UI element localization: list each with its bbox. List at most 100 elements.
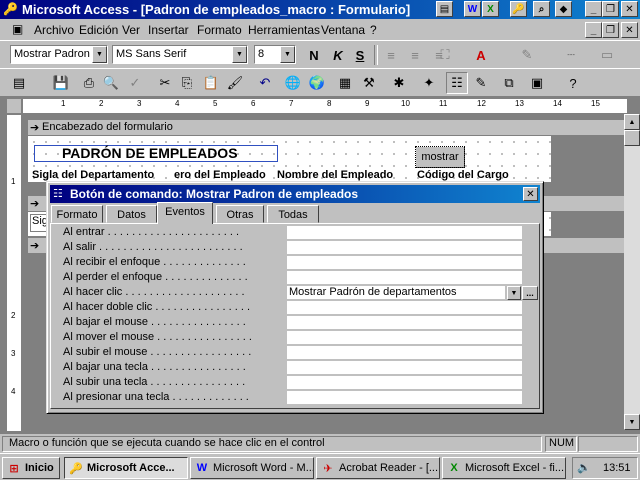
office-shortcut-icon[interactable]: ▤ [436, 1, 453, 17]
close-doc-button[interactable]: ✕ [621, 22, 638, 38]
save-icon[interactable]: 💾 [50, 72, 72, 94]
prop-value-al-subir-tecla[interactable] [287, 376, 522, 390]
restore-app-button[interactable]: ❐ [602, 1, 619, 17]
prop-value-al-hacer-doble-clic[interactable] [287, 301, 522, 315]
find-icon[interactable]: ⌕ [533, 1, 550, 17]
format-painter-icon[interactable]: 🖌 [224, 72, 246, 94]
speaker-icon[interactable]: 🔈 [577, 461, 591, 474]
prop-value-al-recibir-enfoque[interactable] [287, 256, 522, 270]
cut-icon[interactable]: ✂ [154, 72, 176, 94]
form-selector[interactable] [6, 98, 22, 114]
column-header-sigla[interactable]: Sigla del Departamento [32, 169, 154, 181]
prop-value-al-subir-mouse[interactable] [287, 346, 522, 360]
form-title-label[interactable]: PADRÓN DE EMPLEADOS [62, 145, 238, 161]
special-effect-icon[interactable]: ▭ [596, 44, 618, 66]
minimize-app-button[interactable]: _ [585, 1, 602, 17]
menu-archivo[interactable]: Archivo [34, 23, 74, 37]
web-icon[interactable]: 🌐 [282, 72, 304, 94]
fill-color-icon[interactable]: ⛶ [434, 44, 456, 66]
view-icon[interactable]: ▤ [8, 72, 30, 94]
chevron-down-icon[interactable]: ▼ [92, 46, 107, 63]
scroll-up-button[interactable]: ▲ [624, 114, 640, 130]
chevron-down-icon[interactable]: ▼ [232, 46, 247, 63]
help-icon[interactable]: ? [562, 72, 584, 94]
italic-button[interactable]: K [327, 44, 349, 66]
scroll-thumb[interactable] [624, 130, 640, 146]
menu-edicion[interactable]: Edición [79, 23, 118, 37]
undo-icon[interactable]: ↶ [254, 72, 276, 94]
task-acrobat[interactable]: ✈ Acrobat Reader - [... [316, 457, 440, 479]
align-center-icon[interactable]: ≡ [404, 44, 426, 66]
prop-value-al-perder-enfoque[interactable] [287, 271, 522, 285]
restore-doc-button[interactable]: ❐ [602, 22, 619, 38]
header-section-bar[interactable]: ➔ Encabezado del formulario [28, 120, 626, 136]
menu-ver[interactable]: Ver [122, 23, 140, 37]
new-object-icon[interactable]: ▣ [526, 72, 548, 94]
build-icon[interactable]: ✎ [470, 72, 492, 94]
menu-insertar[interactable]: Insertar [148, 23, 189, 37]
dialog-close-button[interactable]: ✕ [523, 187, 538, 201]
close-app-button[interactable]: ✕ [621, 1, 638, 17]
tab-datos[interactable]: Datos [106, 205, 157, 223]
font-size-select[interactable]: 8 ▼ [254, 45, 296, 64]
print-preview-icon[interactable]: 🔍 [100, 72, 122, 94]
task-excel[interactable]: X Microsoft Excel - fi... [442, 457, 566, 479]
object-select[interactable]: Mostrar Padron ▼ [10, 45, 108, 64]
underline-button[interactable]: S [349, 44, 371, 66]
font-select[interactable]: MS Sans Serif ▼ [112, 45, 248, 64]
prop-value-al-bajar-tecla[interactable] [287, 361, 522, 375]
form-header-grid[interactable]: PADRÓN DE EMPLEADOS mostrar Sigla del De… [28, 136, 551, 182]
print-icon[interactable]: ⎙ [78, 72, 100, 94]
tab-formato[interactable]: Formato [51, 205, 103, 223]
tab-eventos[interactable]: Eventos [157, 202, 213, 224]
column-header-cargo[interactable]: Código del Cargo [417, 169, 509, 181]
line-width-icon[interactable]: ┄ [560, 44, 582, 66]
chevron-down-icon[interactable]: ▼ [280, 46, 295, 63]
build-button[interactable]: ... [522, 286, 538, 300]
menu-help[interactable]: ? [370, 23, 377, 37]
key-icon[interactable]: 🔑 [510, 1, 527, 17]
form-doc-icon[interactable]: ▣ [12, 22, 23, 36]
al-hacer-clic-dropdown[interactable]: ▼ [507, 286, 521, 300]
line-color-icon[interactable]: ✎ [516, 44, 538, 66]
autoformat-icon[interactable]: ✱ [388, 72, 410, 94]
prop-value-al-salir[interactable] [287, 241, 522, 255]
font-color-icon[interactable]: A [470, 44, 492, 66]
prop-value-al-bajar-mouse[interactable] [287, 316, 522, 330]
menu-herramientas[interactable]: Herramientas [248, 23, 320, 37]
office-icon[interactable]: ◆ [555, 1, 572, 17]
mostrar-button[interactable]: mostrar [415, 146, 465, 168]
copy-icon[interactable]: ⎘ [176, 72, 198, 94]
properties-icon[interactable]: ☷ [446, 72, 468, 94]
menu-formato[interactable]: Formato [197, 23, 242, 37]
toolbox-icon[interactable]: ⚒ [358, 72, 380, 94]
task-access[interactable]: 🔑 Microsoft Acce... [64, 457, 188, 479]
num-indicator: NUM [549, 437, 575, 449]
column-header-nombre[interactable]: Nombre del Empleado [277, 169, 393, 181]
code-icon[interactable]: ✦ [418, 72, 440, 94]
prop-value-al-entrar[interactable] [287, 226, 522, 240]
database-window-icon[interactable]: ⧉ [498, 72, 520, 94]
task-word[interactable]: W Microsoft Word - M... [190, 457, 314, 479]
dialog-title-bar[interactable]: ☷ Botón de comando: Mostrar Padron de em… [50, 185, 540, 203]
excel-icon[interactable]: X [482, 1, 499, 17]
scroll-down-button[interactable]: ▼ [624, 414, 640, 430]
access-key-icon[interactable]: 🔑 [3, 2, 18, 17]
tab-otras[interactable]: Otras [216, 205, 264, 223]
align-left-icon[interactable]: ≡ [380, 44, 402, 66]
tab-todas[interactable]: Todas [267, 205, 319, 223]
hyperlink-icon[interactable]: 🌍 [306, 72, 328, 94]
word-icon[interactable]: W [464, 1, 481, 17]
spelling-icon[interactable]: ✓ [124, 72, 146, 94]
prop-value-al-presionar-tecla[interactable] [287, 391, 522, 405]
start-button[interactable]: ⊞ Inicio [2, 457, 60, 479]
prop-value-al-hacer-clic[interactable]: Mostrar Padrón de departamentos [287, 286, 505, 300]
menu-ventana[interactable]: Ventana [321, 23, 365, 37]
column-header-numero[interactable]: ero del Empleado [174, 169, 266, 181]
bold-button[interactable]: N [303, 44, 325, 66]
field-list-icon[interactable]: ▦ [334, 72, 356, 94]
minimize-doc-button[interactable]: _ [585, 22, 602, 38]
paste-icon[interactable]: 📋 [200, 72, 222, 94]
vertical-scrollbar[interactable]: ▲ ▼ [624, 114, 640, 430]
prop-value-al-mover-mouse[interactable] [287, 331, 522, 345]
